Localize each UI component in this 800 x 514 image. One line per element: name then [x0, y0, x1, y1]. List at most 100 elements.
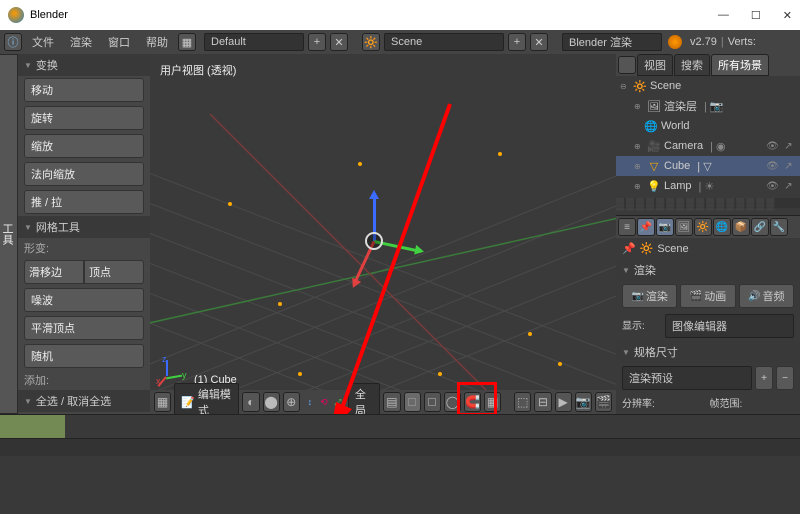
outliner-row[interactable]: ⊕🎥Camera| ◉👁↗: [616, 136, 800, 156]
scene-icon[interactable]: 🔆: [362, 33, 380, 51]
pin-icon[interactable]: 📌: [637, 218, 655, 236]
pushpull-button[interactable]: 推 / 拉: [24, 190, 144, 214]
tab-view[interactable]: 视图: [637, 54, 673, 76]
normal-scale-button[interactable]: 法向缩放: [24, 162, 144, 186]
framerange-label: 帧范围:: [710, 395, 795, 410]
add-scene-button[interactable]: +: [508, 33, 526, 51]
pin-icon[interactable]: 📌: [622, 242, 636, 255]
add-preset-button[interactable]: +: [755, 366, 773, 390]
menu-file[interactable]: 文件: [26, 32, 60, 52]
outliner-row[interactable]: ⊕▽Cube| ▽👁↗: [616, 156, 800, 176]
del-preset-button[interactable]: −: [776, 366, 794, 390]
timeline-editor[interactable]: [0, 414, 800, 456]
render-tab-icon[interactable]: 📷: [656, 218, 674, 236]
del-scene-button[interactable]: ✕: [530, 33, 548, 51]
render-border-icon[interactable]: ⬚: [514, 392, 531, 412]
render-preset-select[interactable]: 渲染预设: [622, 366, 752, 390]
3d-viewport[interactable]: 用户视图 (透视) zyx (1) Cube: [150, 54, 616, 414]
maximize-button[interactable]: ☐: [751, 9, 761, 22]
play-icon[interactable]: ▶: [555, 392, 572, 412]
audio-button[interactable]: 🔊 音频: [739, 284, 794, 308]
screen-layout-icon[interactable]: ▦: [178, 33, 196, 51]
proportional-icon[interactable]: ◯: [444, 392, 461, 412]
snap-type-icon[interactable]: ▦: [484, 392, 501, 412]
panel-transform[interactable]: 变换: [18, 54, 150, 76]
constraint-tab-icon[interactable]: 🔗: [751, 218, 769, 236]
clapper-icon[interactable]: 🎬: [595, 392, 612, 412]
outliner-row[interactable]: ⊖🔆Scene: [616, 76, 800, 96]
window-controls: — ☐ ✕: [718, 9, 792, 22]
view-label: 用户视图 (透视): [160, 62, 236, 78]
display-mode-icon[interactable]: ◐: [242, 392, 259, 412]
info-header: ⓘ 文件 渲染 窗口 帮助 ▦ Default + ✕ 🔆 Scene + ✕ …: [0, 30, 800, 54]
panel-render[interactable]: 渲染: [616, 259, 800, 281]
manipulator-toggles[interactable]: ↕⟲⤢: [303, 397, 345, 408]
tab-search[interactable]: 搜索: [674, 54, 710, 76]
stats-text: Verts:: [728, 36, 756, 48]
limit-visible-icon[interactable]: [404, 392, 421, 412]
edge-slide-button[interactable]: 滑移边: [24, 260, 84, 284]
playhead[interactable]: [0, 415, 65, 438]
properties-header: ≡ 📌 📷 🖼 🔆 🌐 📦 🔗 🔧: [616, 216, 800, 238]
outliner-tree: ⊖🔆Scene ⊕🖼渲染层| 📷 🌐World ⊕🎥Camera| ◉👁↗ ⊕▽…: [616, 76, 800, 216]
smooth-vertex-button[interactable]: 平滑顶点: [24, 316, 144, 340]
modifier-tab-icon[interactable]: 🔧: [770, 218, 788, 236]
menu-window[interactable]: 窗口: [102, 32, 136, 52]
outliner-editor-icon[interactable]: [618, 56, 636, 74]
scene-select[interactable]: Scene: [384, 33, 504, 51]
camera-icon[interactable]: 📷: [575, 392, 592, 412]
shading-icon[interactable]: ⬤: [263, 392, 280, 412]
snap-icon[interactable]: 🧲: [464, 392, 481, 412]
noise-button[interactable]: 噪波: [24, 288, 144, 312]
minimize-button[interactable]: —: [718, 9, 729, 22]
object-tab-icon[interactable]: 📦: [732, 218, 750, 236]
world-tab-icon[interactable]: 🌐: [713, 218, 731, 236]
vertex-button[interactable]: 顶点: [84, 260, 144, 284]
panel-dimensions[interactable]: 规格尺寸: [616, 341, 800, 363]
scale-button[interactable]: 缩放: [24, 134, 144, 158]
move-button[interactable]: 移动: [24, 78, 144, 102]
gutter-tab[interactable]: 工具: [0, 54, 18, 414]
breadcrumb: Scene: [657, 243, 688, 255]
outliner-row[interactable]: ⊕🖼渲染层| 📷: [616, 96, 800, 116]
cursor-icon: ↗: [781, 139, 796, 154]
layers-toggle[interactable]: ▤: [383, 392, 400, 412]
mode-select[interactable]: 📝 编辑模式: [174, 383, 239, 414]
close-button[interactable]: ✕: [783, 9, 792, 22]
pivot-icon[interactable]: ⊕: [283, 392, 300, 412]
res-label: 分辨率:: [622, 395, 707, 410]
gizmo-origin[interactable]: [365, 232, 383, 250]
editor-type-icon[interactable]: ▦: [154, 392, 171, 412]
resize-grip[interactable]: [616, 198, 800, 208]
titlebar: Blender — ☐ ✕: [0, 0, 800, 30]
timeline-ruler[interactable]: [0, 415, 800, 439]
scene-tab-icon[interactable]: 🔆: [694, 218, 712, 236]
panel-select-all[interactable]: 全选 / 取消全选: [18, 390, 150, 412]
right-region: 视图 搜索 所有场景 ⊖🔆Scene ⊕🖼渲染层| 📷 🌐World ⊕🎥Cam…: [616, 54, 800, 414]
render-button[interactable]: 📷 渲染: [622, 284, 677, 308]
outliner-row[interactable]: 🌐World: [616, 116, 800, 136]
orientation-select[interactable]: 全局: [348, 383, 381, 414]
snap-cube-icon[interactable]: [424, 392, 441, 412]
layers-tab-icon[interactable]: 🖼: [675, 218, 693, 236]
menu-help[interactable]: 帮助: [140, 32, 174, 52]
del-layout-button[interactable]: ✕: [330, 33, 348, 51]
info-editor-icon[interactable]: ⓘ: [4, 33, 22, 51]
visible-icon: 👁: [765, 159, 780, 174]
anim-button[interactable]: 🎬 动画: [680, 284, 735, 308]
version-text: v2.79: [690, 36, 717, 48]
display-select[interactable]: 图像编辑器: [665, 314, 794, 338]
outliner-row[interactable]: ⊕💡Lamp| ☀👁↗: [616, 176, 800, 196]
opengl-render-icon[interactable]: ⊟: [534, 392, 551, 412]
layout-select[interactable]: Default: [204, 33, 304, 51]
add-layout-button[interactable]: +: [308, 33, 326, 51]
visible-icon: 👁: [765, 139, 780, 154]
menu-render[interactable]: 渲染: [64, 32, 98, 52]
viewport-header: ▦ 📝 编辑模式 ◐ ⬤ ⊕ ↕⟲⤢ 全局 ▤ ◯ 🧲 ▦ ⬚ ⊟ ▶ 📷 🎬: [150, 390, 616, 414]
tab-all-scenes[interactable]: 所有场景: [711, 54, 769, 76]
random-button[interactable]: 随机: [24, 344, 144, 368]
rotate-button[interactable]: 旋转: [24, 106, 144, 130]
engine-select[interactable]: Blender 渲染: [562, 33, 662, 51]
panel-mesh-tools[interactable]: 网格工具: [18, 216, 150, 238]
prop-editor-icon[interactable]: ≡: [618, 218, 636, 236]
